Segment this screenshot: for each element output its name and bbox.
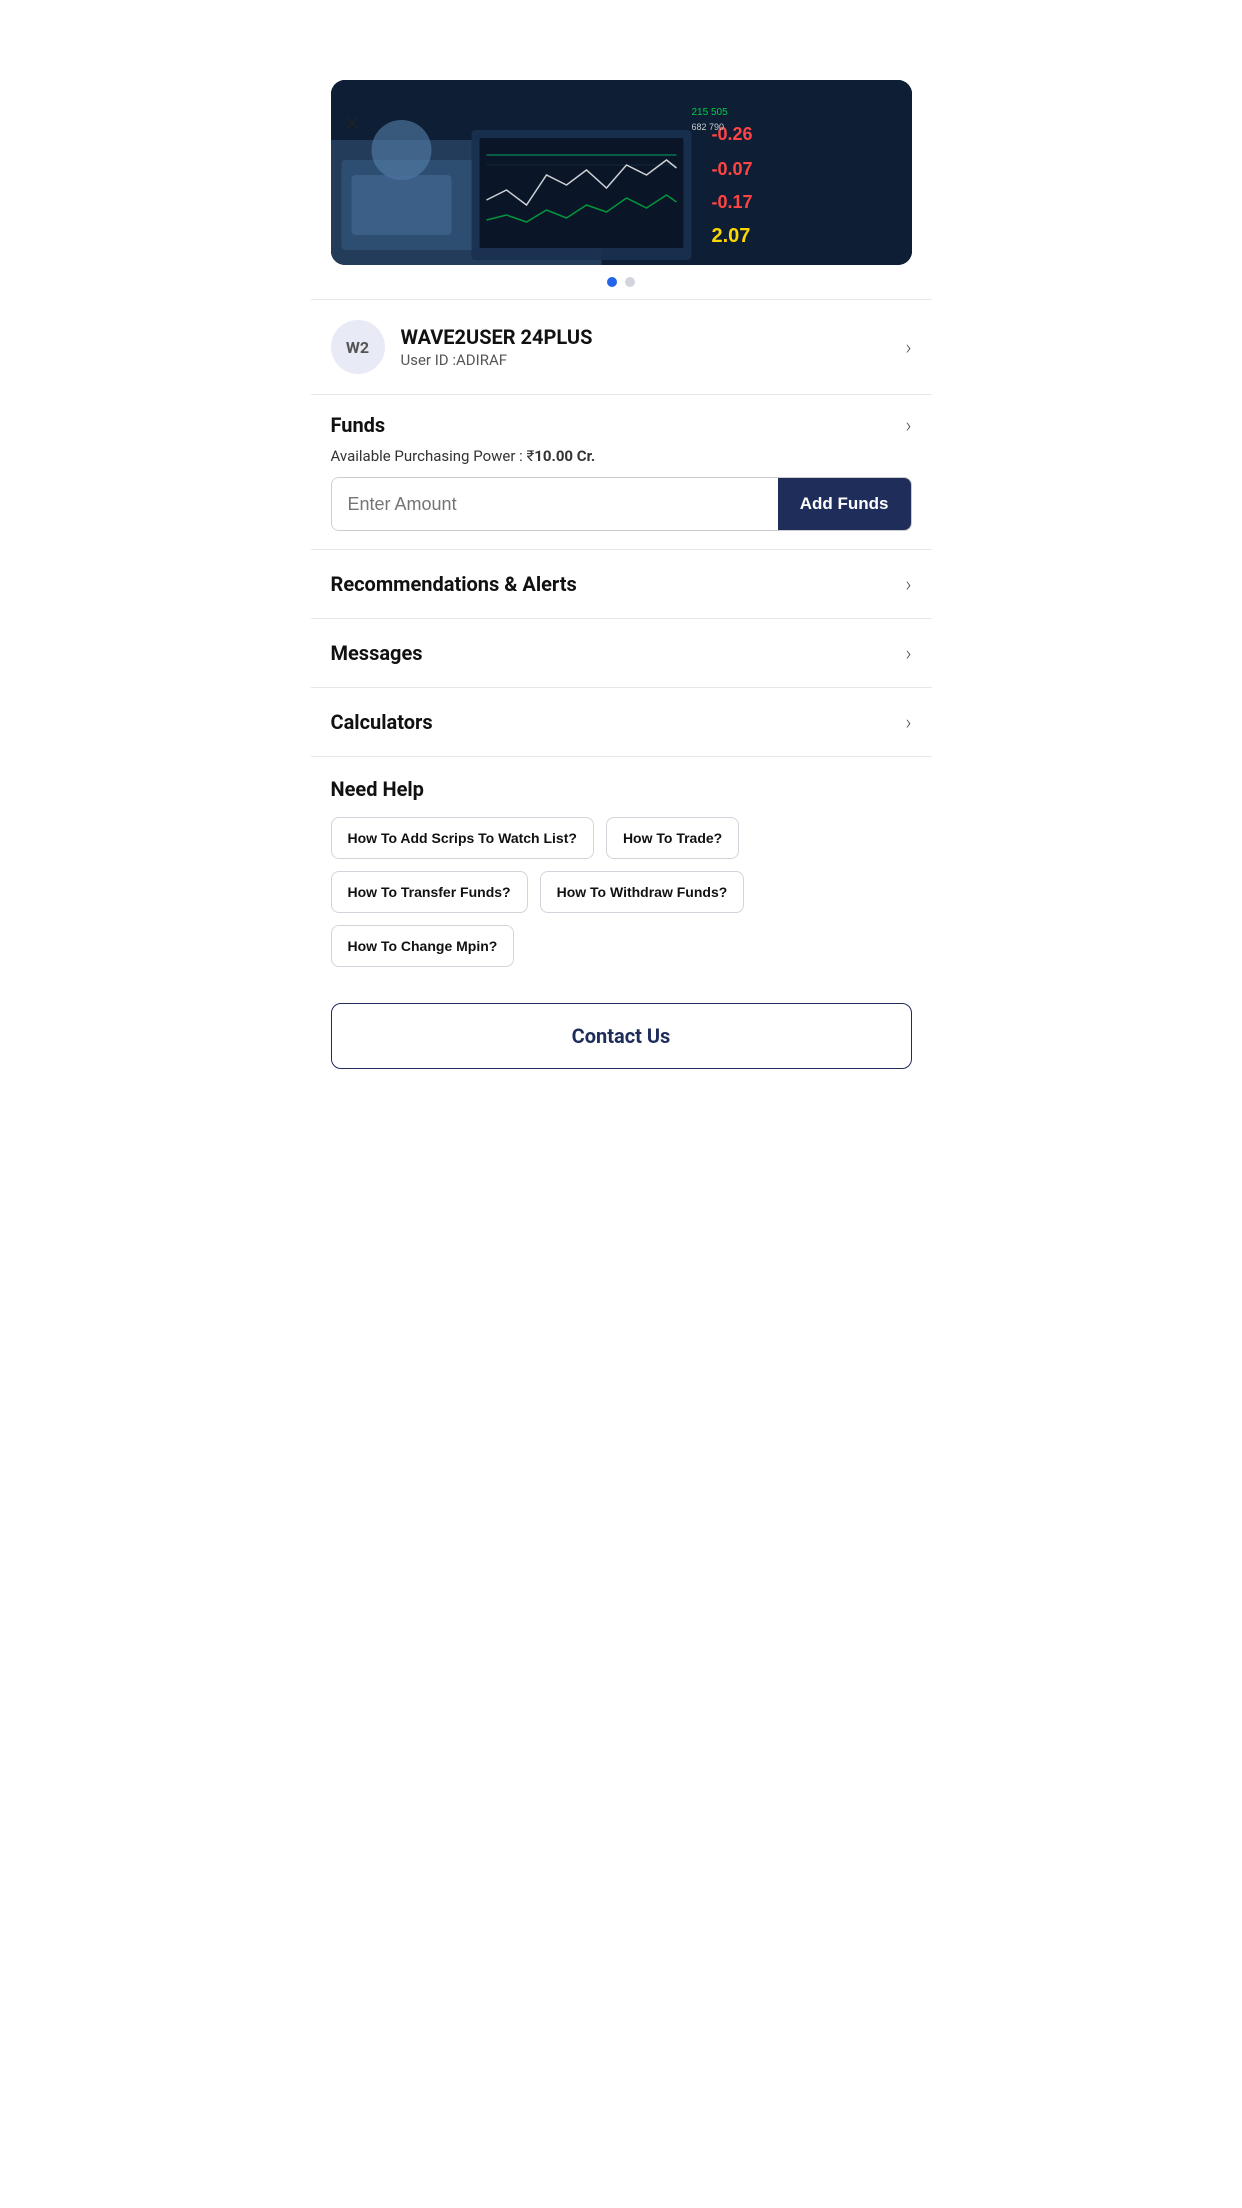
messages-chevron-icon: ›: [906, 641, 912, 665]
close-button[interactable]: ×: [335, 104, 371, 140]
svg-text:682 790: 682 790: [691, 122, 724, 132]
help-btn-transfer-funds[interactable]: How To Transfer Funds?: [331, 871, 528, 913]
help-btn-withdraw-funds[interactable]: How To Withdraw Funds?: [540, 871, 745, 913]
calculators-label: Calculators: [331, 710, 433, 734]
recommendations-row[interactable]: Recommendations & Alerts ›: [311, 550, 932, 618]
user-profile-row[interactable]: W2 WAVE2USER 24PLUS User ID :ADIRAF ›: [311, 300, 932, 394]
funds-input-row: Add Funds: [331, 477, 912, 531]
need-help-title: Need Help: [331, 777, 912, 801]
add-funds-button[interactable]: Add Funds: [778, 478, 911, 530]
banner-image: -0.26 -0.07 -0.17 2.07 215 505 682 790: [331, 80, 912, 265]
amount-input[interactable]: [332, 478, 778, 530]
need-help-section: Need Help How To Add Scrips To Watch Lis…: [311, 757, 932, 987]
dot-1[interactable]: [607, 277, 617, 287]
recommendations-label: Recommendations & Alerts: [331, 572, 577, 596]
user-chevron-icon: ›: [906, 335, 912, 359]
funds-chevron-icon[interactable]: ›: [906, 413, 912, 437]
user-id: User ID :ADIRAF: [401, 351, 890, 369]
purchasing-power-value: 10.00 Cr.: [534, 447, 595, 465]
calculators-row[interactable]: Calculators ›: [311, 688, 932, 756]
help-btn-change-mpin[interactable]: How To Change Mpin?: [331, 925, 515, 967]
purchasing-power-label: Available Purchasing Power : ₹10.00 Cr.: [331, 447, 912, 465]
funds-section: Funds › Available Purchasing Power : ₹10…: [311, 395, 932, 549]
calculators-chevron-icon: ›: [906, 710, 912, 734]
svg-text:-0.07: -0.07: [711, 159, 752, 179]
user-name: WAVE2USER 24PLUS: [401, 325, 890, 349]
funds-title: Funds: [331, 413, 386, 437]
messages-row[interactable]: Messages ›: [311, 619, 932, 687]
recommendations-chevron-icon: ›: [906, 572, 912, 596]
svg-text:2.07: 2.07: [711, 225, 750, 247]
contact-us-button[interactable]: Contact Us: [331, 1003, 912, 1069]
dot-2[interactable]: [625, 277, 635, 287]
svg-text:-0.17: -0.17: [711, 192, 752, 212]
messages-label: Messages: [331, 641, 423, 665]
help-buttons-container: How To Add Scrips To Watch List? How To …: [331, 817, 912, 967]
user-info: WAVE2USER 24PLUS User ID :ADIRAF: [401, 325, 890, 369]
help-btn-add-scrips[interactable]: How To Add Scrips To Watch List?: [331, 817, 594, 859]
avatar: W2: [331, 320, 385, 374]
svg-text:215 505: 215 505: [691, 107, 728, 118]
carousel-indicators: [311, 277, 932, 287]
banner-chart-svg: -0.26 -0.07 -0.17 2.07 215 505 682 790: [331, 80, 912, 265]
help-btn-trade[interactable]: How To Trade?: [606, 817, 739, 859]
contact-us-label: Contact Us: [572, 1024, 671, 1048]
